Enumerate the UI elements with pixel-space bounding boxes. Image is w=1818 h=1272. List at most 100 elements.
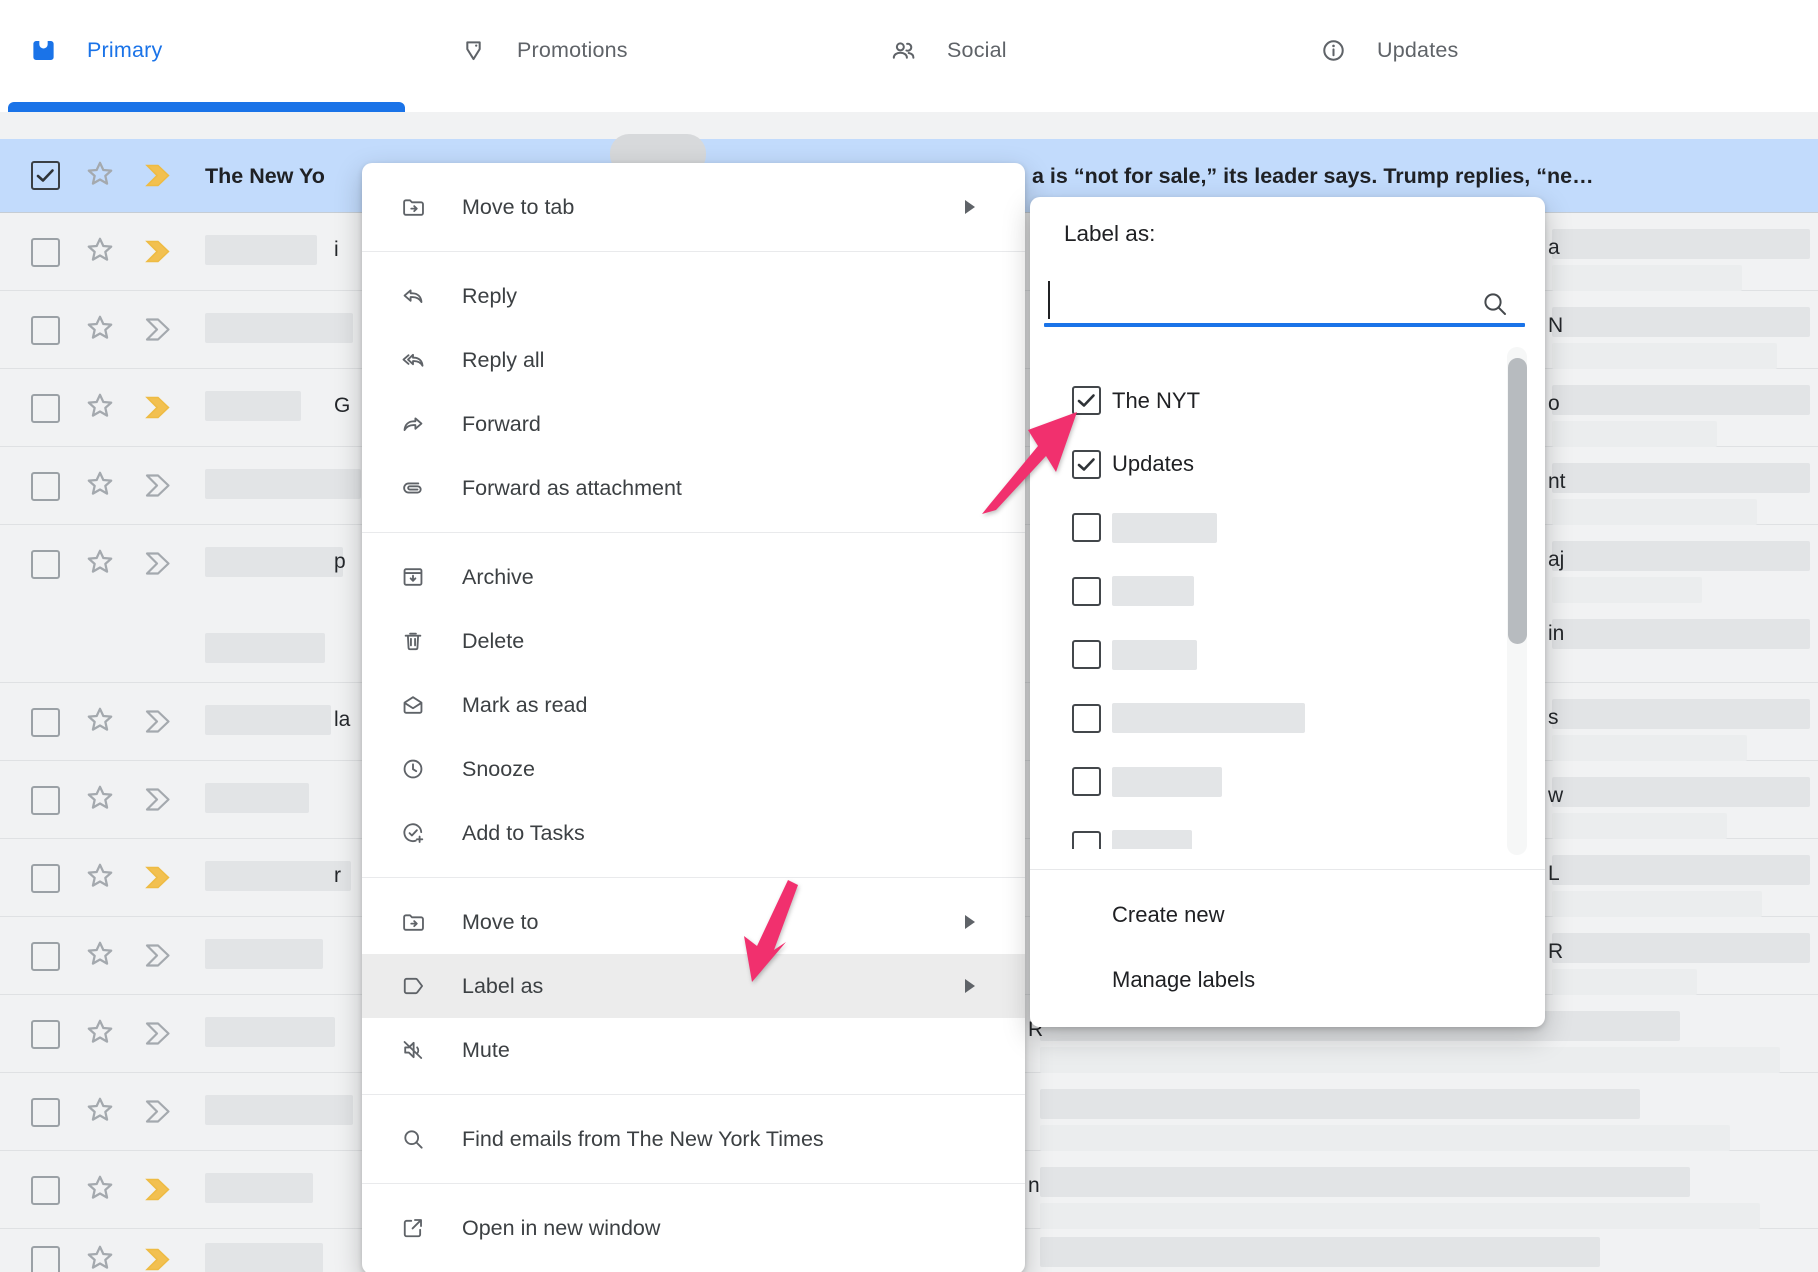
redacted-label-name (1112, 830, 1192, 849)
menu-item-mute[interactable]: Mute (362, 1018, 1025, 1082)
label-checkbox[interactable] (1072, 831, 1101, 849)
redacted-text (205, 633, 325, 663)
text-fragment: i (334, 235, 339, 265)
row-checkbox[interactable] (31, 316, 60, 345)
importance-marker-icon[interactable] (142, 707, 180, 736)
menu-item-archive[interactable]: Archive (362, 545, 1025, 609)
row-checkbox[interactable] (31, 942, 60, 971)
label-checkbox[interactable] (1072, 640, 1101, 669)
label-checkbox[interactable] (1072, 767, 1101, 796)
envelope-open-icon (400, 692, 426, 718)
menu-item-move-to-tab[interactable]: Move to tab (362, 175, 1025, 239)
menu-item-reply[interactable]: Reply (362, 264, 1025, 328)
menu-item-delete[interactable]: Delete (362, 609, 1025, 673)
clock-icon (400, 756, 426, 782)
label-checkbox[interactable] (1072, 704, 1101, 733)
label-option-redacted-8[interactable] (1030, 814, 1545, 850)
redacted-label-name (1112, 767, 1222, 797)
label-option-redacted-7[interactable] (1030, 750, 1545, 814)
menu-item-snooze[interactable]: Snooze (362, 737, 1025, 801)
menu-section-5: Find emails from The New York Times (362, 1094, 1025, 1183)
redacted-text (1552, 619, 1810, 649)
label-option-redacted-5[interactable] (1030, 623, 1545, 687)
row-checkbox[interactable] (31, 864, 60, 893)
redacted-label-name (1112, 576, 1194, 606)
row-checkbox[interactable] (31, 550, 60, 579)
importance-marker-icon[interactable] (142, 161, 180, 190)
menu-item-move-to[interactable]: Move to (362, 890, 1025, 954)
star-icon[interactable] (84, 1016, 116, 1048)
submenu-arrow-icon (965, 200, 975, 214)
menu-item-reply-all[interactable]: Reply all (362, 328, 1025, 392)
star-icon[interactable] (84, 312, 116, 344)
row-checkbox[interactable] (31, 394, 60, 423)
redacted-text (1552, 265, 1742, 291)
star-icon[interactable] (84, 546, 116, 578)
sender-name: The New Yo (205, 159, 325, 193)
tab-label: Updates (1377, 38, 1458, 63)
menu-item-forward[interactable]: Forward (362, 392, 1025, 456)
row-checkbox[interactable] (31, 1246, 60, 1272)
star-icon[interactable] (84, 1094, 116, 1126)
row-checkbox[interactable] (31, 708, 60, 737)
importance-marker-icon[interactable] (142, 1175, 180, 1204)
star-icon[interactable] (84, 234, 116, 266)
star-icon[interactable] (84, 1172, 116, 1204)
tab-social[interactable]: Social (868, 10, 1296, 90)
redacted-text (1552, 699, 1810, 729)
redacted-text (205, 1243, 323, 1272)
importance-marker-icon[interactable] (142, 549, 180, 578)
redacted-text (205, 391, 301, 421)
redacted-text (1552, 813, 1727, 839)
label-checkbox[interactable] (1072, 513, 1101, 542)
label-option-redacted-4[interactable] (1030, 560, 1545, 624)
text-fragment: o (1548, 389, 1560, 419)
tab-promotions[interactable]: Promotions (438, 10, 866, 90)
row-checkbox[interactable] (31, 161, 60, 190)
importance-marker-icon[interactable] (142, 1245, 180, 1272)
menu-item-mark-as-read[interactable]: Mark as read (362, 673, 1025, 737)
importance-marker-icon[interactable] (142, 237, 180, 266)
star-icon[interactable] (84, 468, 116, 500)
importance-marker-icon[interactable] (142, 471, 180, 500)
importance-marker-icon[interactable] (142, 393, 180, 422)
scrollbar-thumb[interactable] (1508, 358, 1527, 644)
star-icon[interactable] (84, 860, 116, 892)
star-icon[interactable] (84, 938, 116, 970)
star-icon[interactable] (84, 1242, 116, 1272)
label-option-updates[interactable]: Updates (1030, 433, 1545, 497)
importance-marker-icon[interactable] (142, 1097, 180, 1126)
importance-marker-icon[interactable] (142, 941, 180, 970)
menu-item-open-in-new-window[interactable]: Open in new window (362, 1196, 1025, 1260)
redacted-text (1552, 499, 1757, 525)
label-checkbox[interactable] (1072, 577, 1101, 606)
manage-labels-button[interactable]: Manage labels (1030, 952, 1545, 1008)
menu-item-find-emails-from-the-new-york-times[interactable]: Find emails from The New York Times (362, 1107, 1025, 1171)
importance-marker-icon[interactable] (142, 315, 180, 344)
star-icon[interactable] (84, 782, 116, 814)
importance-marker-icon[interactable] (142, 785, 180, 814)
importance-marker-icon[interactable] (142, 1019, 180, 1048)
label-option-redacted-6[interactable] (1030, 687, 1545, 751)
row-checkbox[interactable] (31, 472, 60, 501)
label-option-the-nyt[interactable]: The NYT (1030, 369, 1545, 433)
tab-primary[interactable]: Primary (8, 10, 436, 90)
label-search-input[interactable] (1044, 277, 1484, 321)
menu-item-label-as[interactable]: Label as (362, 954, 1025, 1018)
create-new-button[interactable]: Create new (1030, 887, 1545, 943)
row-checkbox[interactable] (31, 238, 60, 267)
row-checkbox[interactable] (31, 1176, 60, 1205)
menu-item-add-to-tasks[interactable]: Add to Tasks (362, 801, 1025, 865)
star-icon[interactable] (84, 704, 116, 736)
menu-item-forward-as-attachment[interactable]: Forward as attachment (362, 456, 1025, 520)
row-checkbox[interactable] (31, 786, 60, 815)
tab-updates[interactable]: Updates (1298, 10, 1726, 90)
label-option-redacted-3[interactable] (1030, 496, 1545, 560)
label-name: The NYT (1112, 388, 1200, 414)
importance-marker-icon[interactable] (142, 863, 180, 892)
row-checkbox[interactable] (31, 1098, 60, 1127)
row-checkbox[interactable] (31, 1020, 60, 1049)
star-icon[interactable] (84, 158, 116, 190)
star-icon[interactable] (84, 390, 116, 422)
text-fragment: L (1548, 859, 1560, 889)
